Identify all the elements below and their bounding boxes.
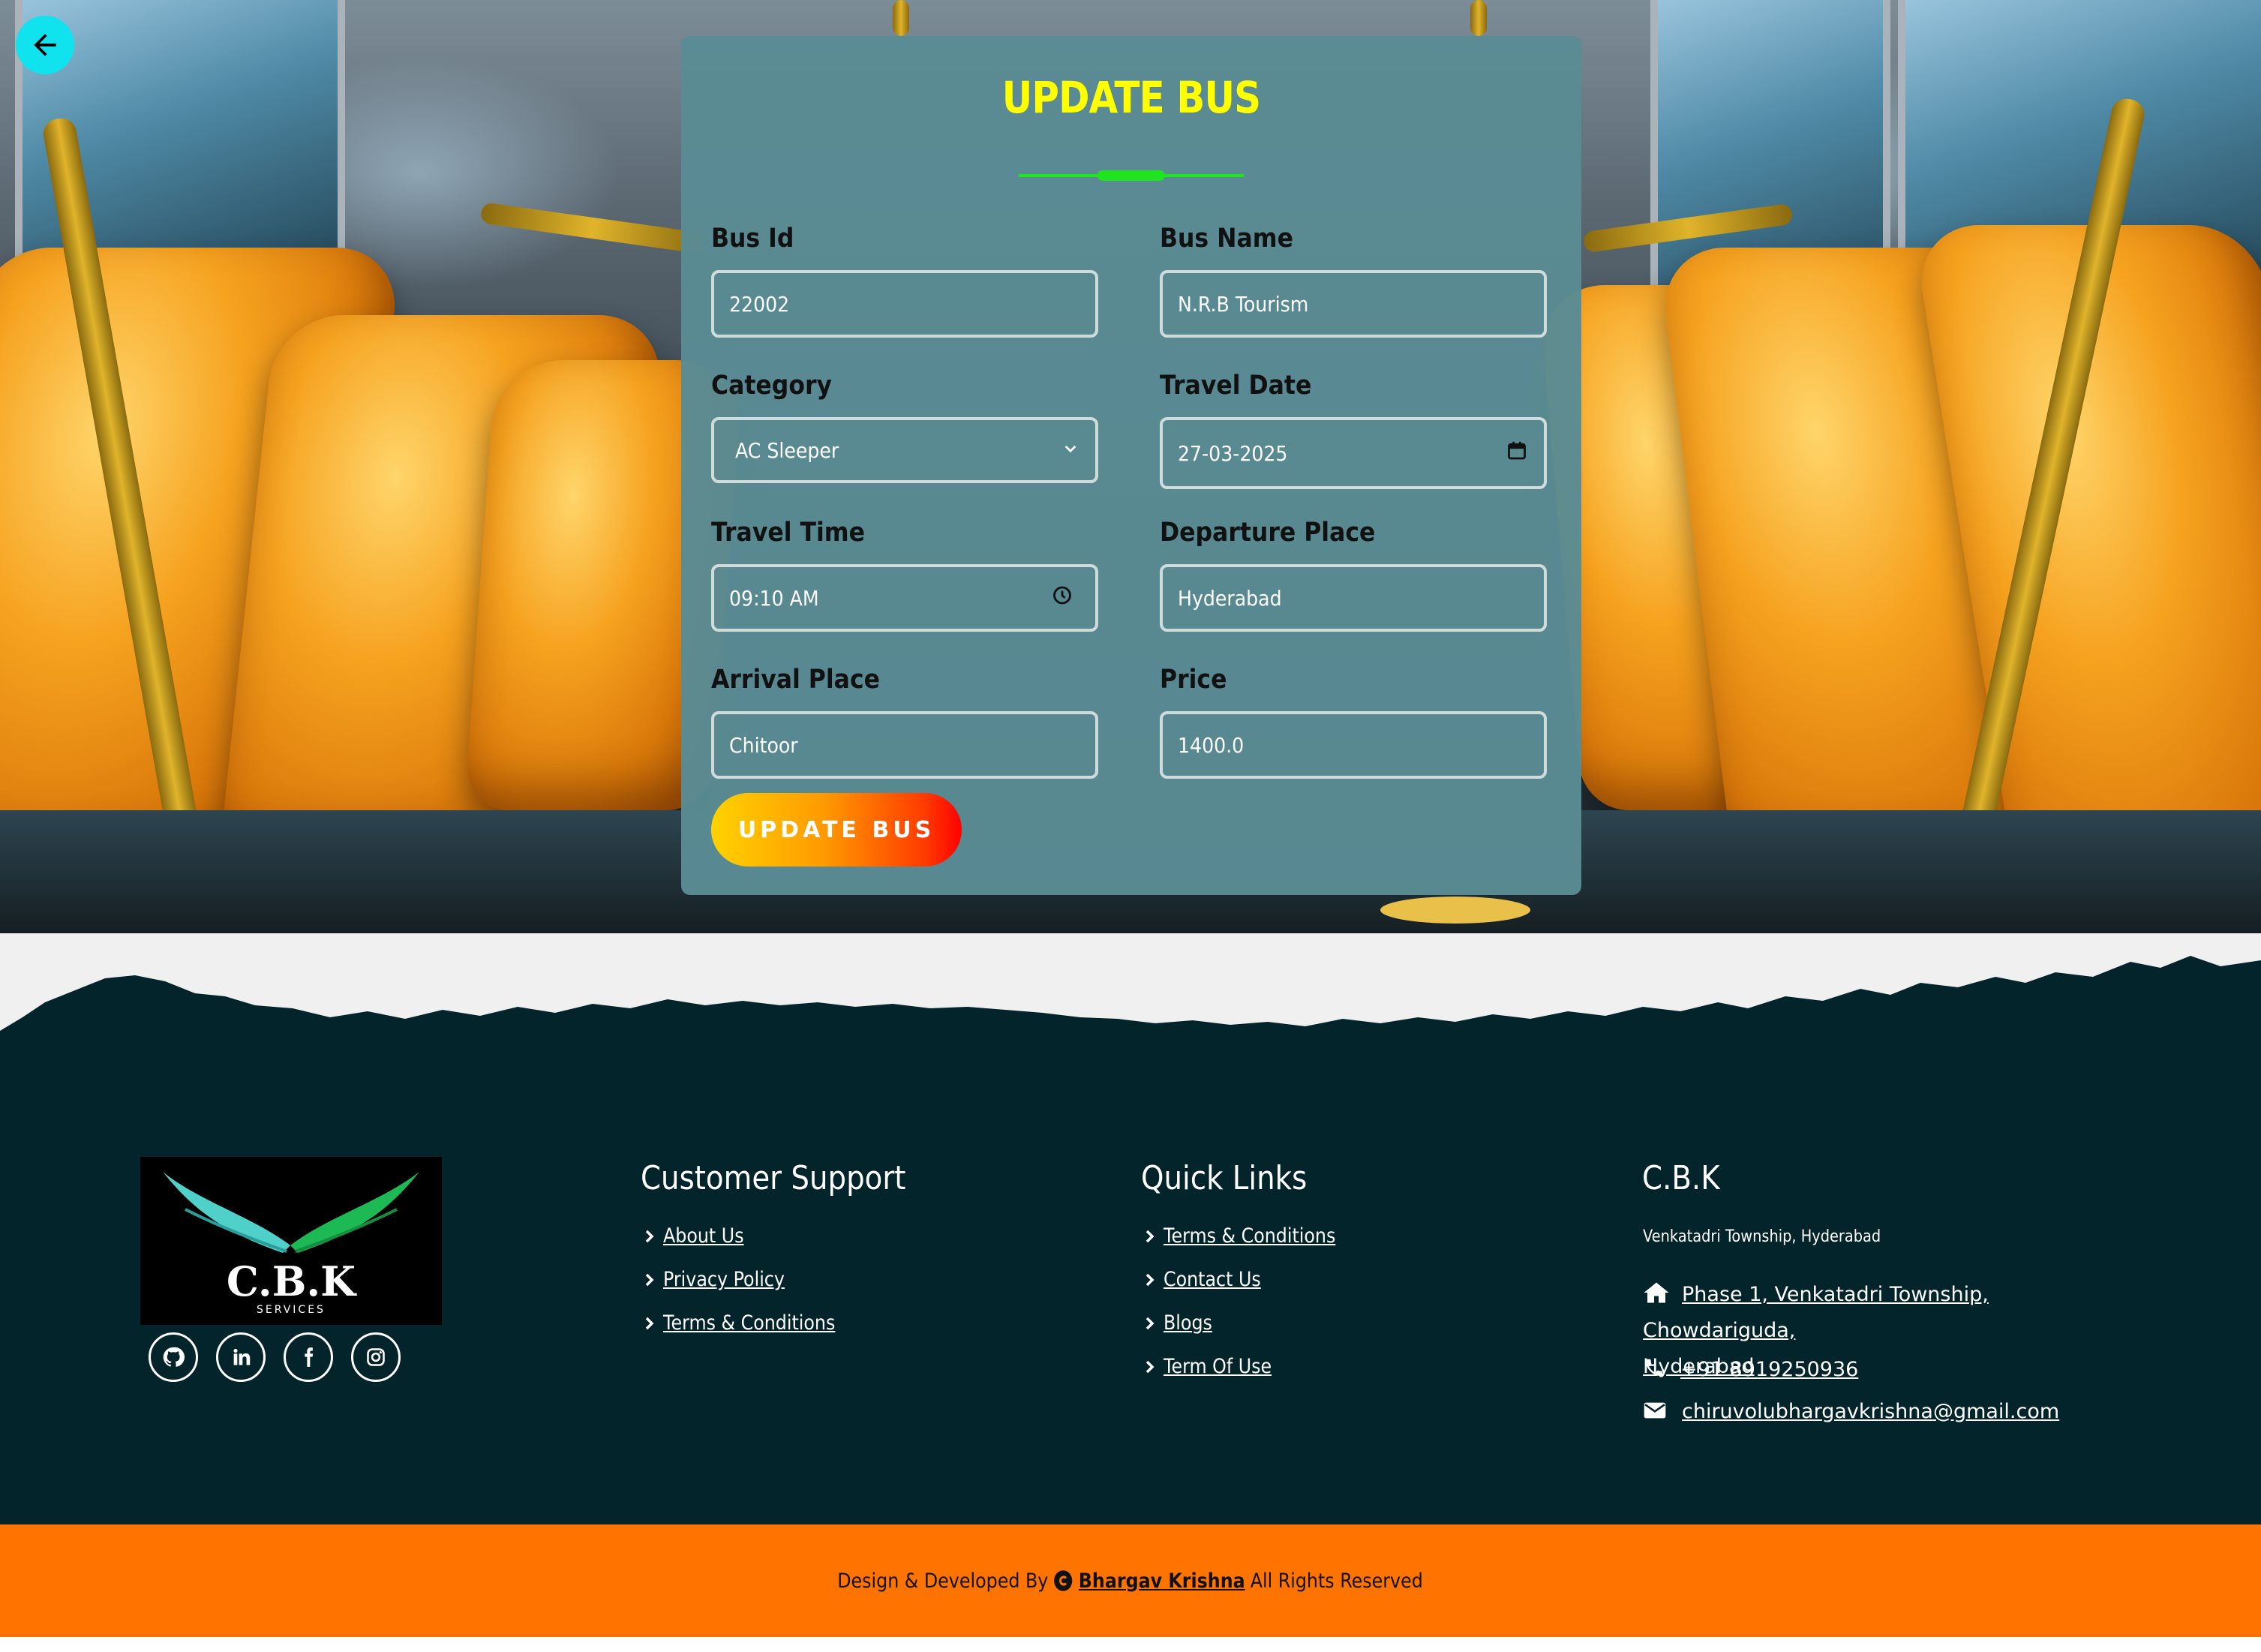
travel-time-input[interactable]: 09:10 AM — [711, 564, 1098, 632]
bus-id-input[interactable]: 22002 — [711, 270, 1098, 338]
email-link[interactable]: chiruvolubhargavkrishna@gmail.com — [1643, 1400, 2059, 1423]
arrow-left-icon — [34, 34, 56, 56]
bus-name-input[interactable]: N.R.B Tourism — [1160, 270, 1547, 338]
chevron-right-icon — [1146, 1230, 1155, 1242]
price-value: 1400.0 — [1178, 732, 1245, 758]
logo-brand: C.B.K — [226, 1257, 356, 1305]
arrival-place-input[interactable]: Chitoor — [711, 711, 1098, 779]
page-bottom-strip — [0, 1637, 2261, 1652]
chevron-right-icon — [1146, 1360, 1155, 1373]
phone-icon — [1645, 1359, 1663, 1377]
chevron-right-icon — [1146, 1273, 1155, 1286]
bus-id-label: Bus Id — [711, 224, 794, 254]
arrival-place-label: Arrival Place — [711, 665, 880, 695]
link-about-us[interactable]: About Us — [644, 1224, 755, 1248]
link-terms-conditions[interactable]: Terms & Conditions — [644, 1311, 859, 1335]
link-terms-conditions-quick[interactable]: Terms & Conditions — [1144, 1224, 1359, 1248]
github-icon — [163, 1347, 185, 1367]
company-subtitle: Venkatadri Township, Hyderabad — [1643, 1227, 1881, 1246]
chevron-right-icon — [645, 1230, 654, 1242]
bus-name-label: Bus Name — [1160, 224, 1293, 254]
link-label: Blogs — [1164, 1311, 1212, 1335]
departure-place-value: Hyderabad — [1178, 585, 1282, 611]
customer-support-title: Customer Support — [641, 1159, 906, 1197]
link-privacy-policy[interactable]: Privacy Policy — [644, 1268, 801, 1291]
price-label: Price — [1160, 665, 1227, 695]
rail-top-1 — [893, 0, 909, 36]
link-label: Privacy Policy — [663, 1268, 785, 1291]
link-contact-us[interactable]: Contact Us — [1144, 1268, 1274, 1291]
rail-top-2 — [1470, 0, 1487, 36]
category-value: AC Sleeper — [735, 437, 839, 463]
back-button[interactable] — [16, 16, 74, 74]
copyright-suffix: All Rights Reserved — [1251, 1569, 1424, 1593]
copyright-bar: Design & Developed By Bhargav Krishna Al… — [0, 1524, 2261, 1637]
chevron-right-icon — [645, 1273, 654, 1286]
rail-left-handle — [479, 202, 706, 254]
link-label: Terms & Conditions — [1164, 1224, 1336, 1248]
travel-date-input[interactable]: 27-03-2025 — [1160, 417, 1547, 489]
link-term-of-use[interactable]: Term Of Use — [1144, 1355, 1287, 1378]
linkedin-icon — [233, 1348, 251, 1365]
logo-tagline: SERVICES — [257, 1304, 326, 1316]
chevron-right-icon — [1146, 1317, 1155, 1329]
cbk-logo: C.B.K SERVICES — [140, 1157, 442, 1325]
phone-number: +91 8919250936 — [1680, 1358, 1859, 1381]
departure-place-label: Departure Place — [1160, 518, 1376, 548]
instagram-link[interactable] — [351, 1332, 401, 1382]
link-label: Contact Us — [1164, 1268, 1261, 1291]
arrival-place-value: Chitoor — [729, 732, 798, 758]
departure-place-input[interactable]: Hyderabad — [1160, 564, 1547, 632]
title-underline-accent — [1097, 170, 1165, 181]
author-link[interactable]: Bhargav Krishna — [1079, 1569, 1245, 1593]
address-line1: Phase 1, Venkatadri Township, Chowdarigu… — [1643, 1283, 1989, 1342]
form-title: UPDATE BUS — [1001, 72, 1261, 123]
quick-links-title: Quick Links — [1141, 1159, 1308, 1197]
travel-time-value: 09:10 AM — [729, 585, 819, 611]
chevron-right-icon — [645, 1317, 654, 1329]
travel-date-label: Travel Date — [1160, 371, 1312, 401]
floor-marking — [1380, 897, 1530, 924]
category-select[interactable]: AC Sleeper — [711, 417, 1098, 483]
travel-time-label: Travel Time — [711, 518, 865, 548]
copyright-icon — [1054, 1570, 1073, 1591]
price-input[interactable]: 1400.0 — [1160, 711, 1547, 779]
envelope-icon — [1644, 1402, 1666, 1419]
github-link[interactable] — [149, 1332, 198, 1382]
category-label: Category — [711, 371, 833, 401]
home-icon — [1644, 1282, 1669, 1303]
phone-link[interactable]: +91 8919250936 — [1643, 1356, 1858, 1381]
instagram-icon — [367, 1348, 385, 1366]
update-bus-button[interactable]: UPDATE BUS — [711, 793, 962, 867]
calendar-icon[interactable] — [1506, 440, 1527, 467]
bus-id-value: 22002 — [729, 291, 790, 317]
link-label: About Us — [663, 1224, 744, 1248]
clock-icon[interactable] — [1052, 585, 1073, 611]
facebook-icon — [305, 1347, 314, 1367]
bus-name-value: N.R.B Tourism — [1178, 291, 1309, 317]
travel-date-value: 27-03-2025 — [1178, 440, 1288, 466]
email-address: chiruvolubhargavkrishna@gmail.com — [1682, 1400, 2060, 1423]
company-title: C.B.K — [1642, 1159, 1720, 1197]
copyright-prefix: Design & Developed By — [837, 1569, 1049, 1593]
link-label: Terms & Conditions — [663, 1311, 836, 1335]
chevron-down-icon — [1062, 438, 1079, 463]
update-bus-form: UPDATE BUS Bus Id 22002 Bus Name N.R.B T… — [681, 36, 1581, 895]
link-blogs[interactable]: Blogs — [1144, 1311, 1219, 1335]
linkedin-link[interactable] — [216, 1332, 266, 1382]
facebook-link[interactable] — [284, 1332, 333, 1382]
torn-paper-divider — [0, 933, 2261, 1031]
link-label: Term Of Use — [1164, 1355, 1272, 1378]
